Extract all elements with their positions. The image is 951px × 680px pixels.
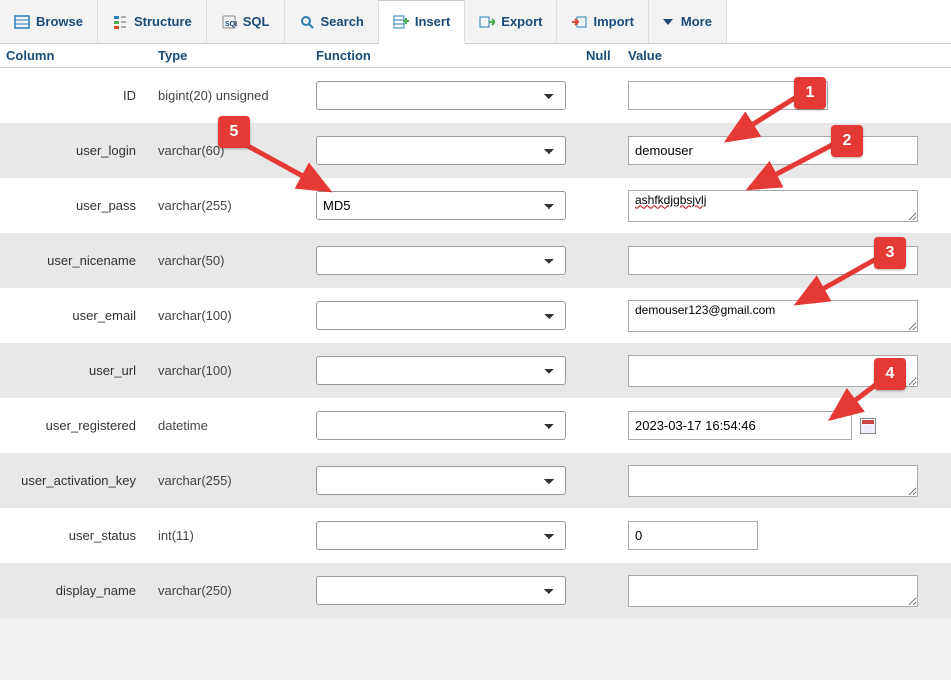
- sql-icon: SQL: [221, 14, 237, 30]
- col-label: user_registered: [0, 418, 158, 433]
- header-function: Function: [316, 48, 586, 63]
- arrow-2: [742, 140, 842, 200]
- tab-label: Insert: [415, 14, 450, 29]
- row-display-name: display_name varchar(250): [0, 563, 951, 618]
- browse-icon: [14, 14, 30, 30]
- col-type: varchar(100): [158, 363, 316, 378]
- tab-label: Browse: [36, 14, 83, 29]
- svg-text:SQL: SQL: [225, 21, 237, 28]
- row-user-status: user_status int(11): [0, 508, 951, 563]
- tab-insert[interactable]: Insert: [379, 0, 465, 44]
- tab-label: SQL: [243, 14, 270, 29]
- function-select-user-url[interactable]: [316, 356, 566, 385]
- tab-sql[interactable]: SQL SQL: [207, 0, 285, 43]
- insert-icon: [393, 14, 409, 30]
- arrow-5: [242, 140, 342, 200]
- col-label: user_activation_key: [0, 473, 158, 488]
- value-input-display-name[interactable]: [628, 575, 918, 607]
- import-icon: [571, 14, 587, 30]
- col-label: display_name: [0, 583, 158, 598]
- tab-search[interactable]: Search: [285, 0, 379, 43]
- dropdown-icon: [663, 19, 673, 25]
- row-user-activation-key: user_activation_key varchar(255): [0, 453, 951, 508]
- search-icon: [299, 14, 315, 30]
- callout-2: 2: [831, 125, 863, 157]
- col-label: user_login: [0, 143, 158, 158]
- tab-structure[interactable]: Structure: [98, 0, 207, 43]
- col-type: varchar(250): [158, 583, 316, 598]
- col-type: varchar(255): [158, 473, 316, 488]
- tab-browse[interactable]: Browse: [0, 0, 98, 43]
- tab-label: Export: [501, 14, 542, 29]
- tab-bar: Browse Structure SQL SQL Search Insert E…: [0, 0, 951, 44]
- col-label: user_email: [0, 308, 158, 323]
- col-label: user_status: [0, 528, 158, 543]
- function-select-user-registered[interactable]: [316, 411, 566, 440]
- function-select-user-email[interactable]: [316, 301, 566, 330]
- row-user-url: user_url varchar(100): [0, 343, 951, 398]
- col-label: ID: [0, 88, 158, 103]
- function-select-user-login[interactable]: [316, 136, 566, 165]
- arrow-3: [790, 255, 885, 315]
- tab-more[interactable]: More: [649, 0, 727, 43]
- footer-area: [0, 618, 951, 680]
- export-icon: [479, 14, 495, 30]
- tab-label: Import: [593, 14, 633, 29]
- header-type: Type: [158, 48, 316, 63]
- function-select-user-status[interactable]: [316, 521, 566, 550]
- row-user-registered: user_registered datetime: [0, 398, 951, 453]
- function-select-id[interactable]: [316, 81, 566, 110]
- callout-1: 1: [794, 77, 826, 109]
- header-column: Column: [0, 48, 158, 63]
- col-type: varchar(100): [158, 308, 316, 323]
- tab-label: Structure: [134, 14, 192, 29]
- tab-import[interactable]: Import: [557, 0, 648, 43]
- col-label: user_url: [0, 363, 158, 378]
- function-select-display-name[interactable]: [316, 576, 566, 605]
- value-input-user-status[interactable]: [628, 521, 758, 550]
- function-select-user-pass[interactable]: MD5: [316, 191, 566, 220]
- function-select-user-activation-key[interactable]: [316, 466, 566, 495]
- value-input-user-registered[interactable]: [628, 411, 852, 440]
- col-type: varchar(50): [158, 253, 316, 268]
- header-null: Null: [586, 48, 628, 63]
- col-type: int(11): [158, 528, 316, 543]
- header-value: Value: [628, 48, 951, 63]
- column-headers: Column Type Function Null Value: [0, 44, 951, 68]
- col-label: user_nicename: [0, 253, 158, 268]
- col-type: datetime: [158, 418, 316, 433]
- col-type: bigint(20) unsigned: [158, 88, 316, 103]
- tab-label: Search: [321, 14, 364, 29]
- tab-label: More: [681, 14, 712, 29]
- function-select-user-nicename[interactable]: [316, 246, 566, 275]
- callout-4: 4: [874, 358, 906, 390]
- col-label: user_pass: [0, 198, 158, 213]
- col-type: varchar(255): [158, 198, 316, 213]
- value-input-user-activation-key[interactable]: [628, 465, 918, 497]
- tab-export[interactable]: Export: [465, 0, 557, 43]
- callout-3: 3: [874, 237, 906, 269]
- callout-5: 5: [218, 116, 250, 148]
- structure-icon: [112, 14, 128, 30]
